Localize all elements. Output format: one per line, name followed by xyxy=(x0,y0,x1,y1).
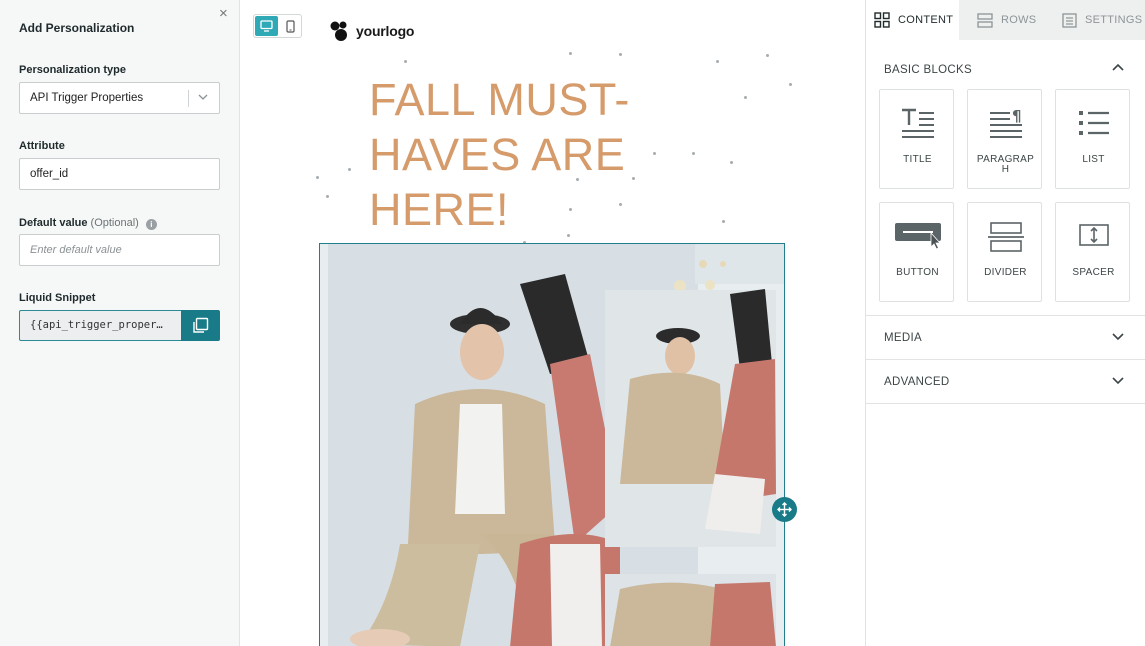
paragraph-icon: ¶ xyxy=(989,108,1022,138)
sidebar-tabs: CONTENT ROWS SETTINGS xyxy=(866,0,1145,40)
block-paragraph[interactable]: ¶ PARAGRAPH xyxy=(967,89,1042,189)
tab-settings[interactable]: SETTINGS xyxy=(1062,0,1145,40)
desktop-icon xyxy=(260,20,273,32)
block-divider-label: DIVIDER xyxy=(984,267,1027,278)
default-value-input[interactable]: Enter default value xyxy=(19,234,220,266)
svg-text:¶: ¶ xyxy=(1012,108,1022,125)
desktop-view-button[interactable] xyxy=(255,16,278,36)
chevron-up-icon xyxy=(1112,63,1124,71)
logo-text: yourlogo xyxy=(356,23,415,39)
advanced-label: ADVANCED xyxy=(884,376,950,388)
divider-icon xyxy=(987,222,1024,252)
personalization-type-label: Personalization type xyxy=(19,64,126,76)
brand-logo[interactable]: yourlogo xyxy=(329,20,414,42)
panel-title: Add Personalization xyxy=(19,21,135,35)
default-value-label: Default value (Optional) i xyxy=(19,217,157,230)
logo-mark-icon xyxy=(330,21,347,41)
hero-photo-collage xyxy=(320,244,784,646)
tab-rows[interactable]: ROWS xyxy=(977,0,1057,40)
block-divider[interactable]: DIVIDER xyxy=(967,202,1042,302)
copy-icon xyxy=(193,317,209,333)
attribute-label: Attribute xyxy=(19,140,65,152)
settings-icon xyxy=(1062,12,1077,28)
personalization-panel: Add Personalization × Personalization ty… xyxy=(0,0,240,646)
personalization-type-value: API Trigger Properties xyxy=(30,92,144,104)
headline-line-2: HAVES ARE xyxy=(369,129,626,180)
device-toggle xyxy=(253,14,302,38)
block-title[interactable]: TITLE xyxy=(879,89,954,189)
default-value-label-text: Default value xyxy=(19,217,88,229)
liquid-snippet-field[interactable]: {{api_trigger_proper… xyxy=(19,310,182,341)
tab-rows-label: ROWS xyxy=(1001,14,1037,26)
block-button[interactable]: BUTTON xyxy=(879,202,954,302)
block-list-label: LIST xyxy=(1082,154,1105,165)
headline[interactable]: FALL MUST- HAVES ARE HERE! xyxy=(369,72,689,237)
liquid-snippet-label: Liquid Snippet xyxy=(19,292,96,304)
mobile-icon xyxy=(286,19,295,33)
block-title-label: TITLE xyxy=(903,154,932,165)
headline-line-3: HERE! xyxy=(369,184,510,235)
grid-icon xyxy=(874,12,890,28)
block-paragraph-label: PARAGRAPH xyxy=(976,154,1035,175)
chevron-down-icon xyxy=(1112,333,1124,341)
chevron-down-icon xyxy=(1112,377,1124,385)
select-separator xyxy=(188,90,189,107)
info-icon[interactable]: i xyxy=(145,219,157,230)
attribute-value: offer_id xyxy=(30,168,69,180)
personalization-type-select[interactable]: API Trigger Properties xyxy=(19,82,220,114)
copy-button[interactable] xyxy=(181,310,220,341)
block-button-label: BUTTON xyxy=(896,267,939,278)
attribute-input[interactable]: offer_id xyxy=(19,158,220,190)
chevron-down-icon xyxy=(198,83,208,125)
optional-hint: (Optional) xyxy=(90,217,139,229)
mobile-view-button[interactable] xyxy=(280,16,301,36)
move-icon xyxy=(777,502,792,517)
hero-image-block[interactable] xyxy=(319,243,785,646)
close-icon[interactable]: × xyxy=(219,6,228,21)
button-icon xyxy=(894,223,941,250)
basic-blocks-label: BASIC BLOCKS xyxy=(884,64,972,76)
tab-content-label: CONTENT xyxy=(898,14,954,26)
tab-settings-label: SETTINGS xyxy=(1085,14,1143,26)
default-value-placeholder: Enter default value xyxy=(30,244,122,256)
block-spacer[interactable]: SPACER xyxy=(1055,202,1130,302)
move-handle[interactable] xyxy=(772,497,797,522)
title-icon xyxy=(901,108,934,138)
content-sidebar: CONTENT ROWS SETTINGS BASIC BLOCKS TITLE… xyxy=(865,0,1145,646)
headline-line-1: FALL MUST- xyxy=(369,74,630,125)
list-icon xyxy=(1078,111,1109,135)
block-list[interactable]: LIST xyxy=(1055,89,1130,189)
spacer-icon xyxy=(1078,224,1109,246)
basic-blocks-header[interactable]: BASIC BLOCKS xyxy=(866,48,1145,92)
email-editor: Add Personalization × Personalization ty… xyxy=(0,0,1145,646)
advanced-header[interactable]: ADVANCED xyxy=(866,360,1145,404)
tab-content[interactable]: CONTENT xyxy=(866,0,959,40)
block-spacer-label: SPACER xyxy=(1072,267,1115,278)
rows-icon xyxy=(977,12,993,28)
media-label: MEDIA xyxy=(884,332,922,344)
media-header[interactable]: MEDIA xyxy=(866,316,1145,360)
section-divider xyxy=(866,403,1145,404)
